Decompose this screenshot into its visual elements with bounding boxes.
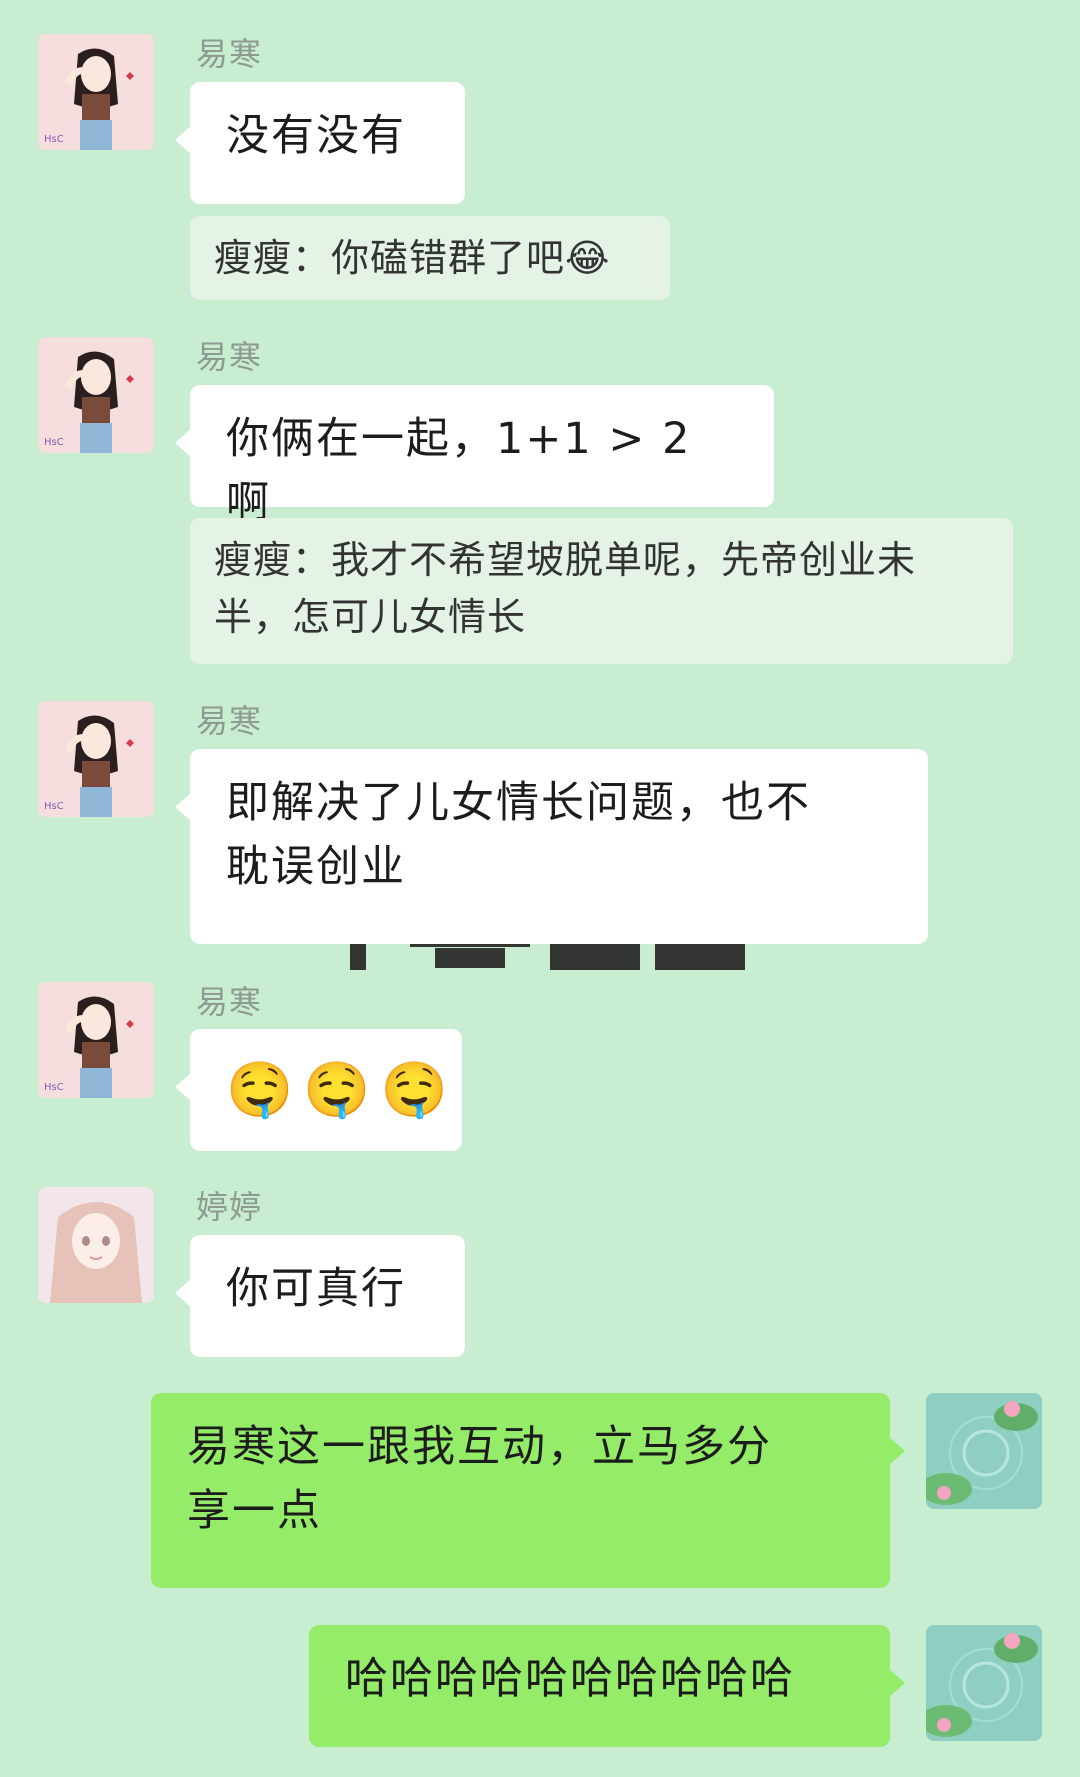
message-text: 没有没有 — [226, 111, 406, 161]
message-bubble[interactable]: 你可真行 — [175, 1235, 465, 1357]
quoted-message[interactable]: 瘦瘦：你磕错群了吧😂 — [190, 216, 670, 300]
avatar-self[interactable] — [926, 1393, 1042, 1509]
message-text-line: 享一点 — [187, 1486, 322, 1536]
message-text: 你俩在一起，1+1 > 2 啊 — [226, 414, 692, 528]
quoted-message[interactable]: 瘦瘦：我才不希望坡脱单呢，先帝创业未 半，怎可儿女情长 — [190, 518, 1013, 664]
svg-text:HsC: HsC — [44, 1082, 64, 1093]
quote-text: 瘦瘦：你磕错群了吧 — [214, 236, 566, 280]
sender-name: 易寒 — [196, 35, 263, 73]
message-bubble[interactable]: 🤤 🤤 🤤 — [175, 1029, 462, 1151]
sender-name: 易寒 — [196, 702, 263, 740]
sender-name: 易寒 — [196, 983, 263, 1021]
drooling-face-emoji-icon: 🤤 — [303, 1058, 373, 1121]
anime-girl-icon — [38, 1187, 154, 1303]
svg-text:HsC: HsC — [44, 437, 64, 448]
message-text-line: 耽误创业 — [226, 842, 406, 892]
avatar-yihan[interactable]: HsC — [38, 34, 154, 150]
avatar-yihan[interactable]: HsC — [38, 982, 154, 1098]
message-text-line: 易寒这一跟我互动，立马多分 — [187, 1422, 772, 1472]
quote-text-line: 半，怎可儿女情长 — [214, 595, 527, 639]
lotus-pond-icon — [926, 1393, 1042, 1509]
girl-illustration-icon: HsC — [38, 701, 154, 817]
avatar-yihan[interactable]: HsC — [38, 701, 154, 817]
tears-of-joy-emoji-icon: 😂 — [565, 236, 611, 280]
message-text: 你可真行 — [226, 1264, 406, 1314]
svg-text:HsC: HsC — [44, 801, 64, 812]
girl-illustration-icon: HsC — [38, 982, 154, 1098]
chat-window: HsC 易寒 没有没有 瘦瘦：你磕错群了吧😂 HsC 易寒 你俩在一起，1+1 … — [0, 0, 1080, 1777]
girl-illustration-icon: HsC — [38, 337, 154, 453]
message-text: 哈哈哈哈哈哈哈哈哈哈 — [345, 1654, 795, 1704]
lotus-pond-icon — [926, 1625, 1042, 1741]
quote-text-line: 瘦瘦：我才不希望坡脱单呢，先帝创业未 — [214, 538, 917, 582]
message-text-line: 即解决了儿女情长问题，也不 — [226, 778, 811, 828]
message-bubble[interactable]: 你俩在一起，1+1 > 2 啊 — [175, 385, 774, 528]
message-bubble[interactable]: 没有没有 — [175, 82, 465, 204]
drooling-face-emoji-icon: 🤤 — [226, 1058, 296, 1121]
avatar-tingting[interactable] — [38, 1187, 154, 1303]
sender-name: 婷婷 — [196, 1188, 263, 1226]
avatar-self[interactable] — [926, 1625, 1042, 1741]
message-bubble[interactable]: 即解决了儿女情长问题，也不 耽误创业 — [175, 749, 928, 944]
drooling-face-emoji-icon: 🤤 — [380, 1058, 450, 1121]
avatar-yihan[interactable]: HsC — [38, 337, 154, 453]
girl-illustration-icon: HsC — [38, 34, 154, 150]
message-bubble-outgoing[interactable]: 哈哈哈哈哈哈哈哈哈哈 — [309, 1625, 905, 1747]
sender-name: 易寒 — [196, 338, 263, 376]
svg-text:HsC: HsC — [44, 134, 64, 145]
message-bubble-outgoing[interactable]: 易寒这一跟我互动，立马多分 享一点 — [151, 1393, 905, 1588]
